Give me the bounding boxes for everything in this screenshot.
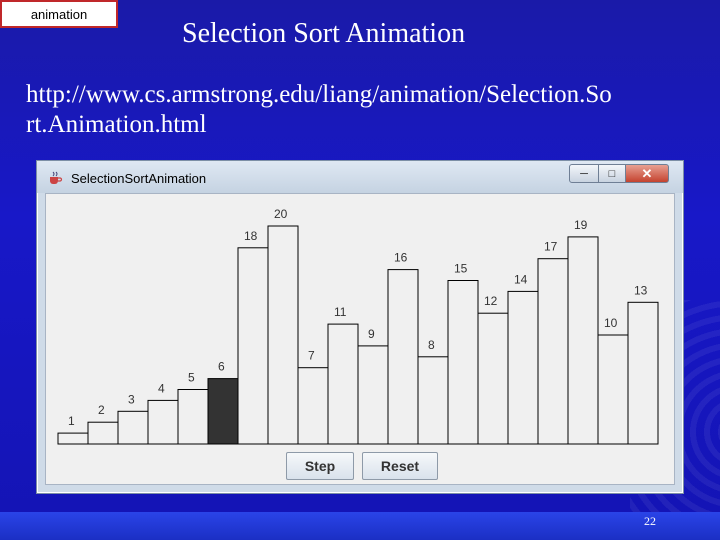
bar (447, 280, 479, 445)
bar-label: 16 (394, 251, 408, 265)
minimize-icon: ─ (580, 167, 588, 180)
window-title: SelectionSortAnimation (71, 171, 207, 186)
step-button[interactable]: Step (286, 452, 354, 480)
bar (567, 236, 599, 445)
bar-label: 13 (634, 283, 648, 297)
minimize-button[interactable]: ─ (569, 164, 599, 183)
bar (507, 290, 539, 445)
animation-url[interactable]: http://www.cs.armstrong.edu/liang/animat… (26, 80, 696, 140)
bar-label: 19 (574, 218, 588, 232)
close-button[interactable]: ✕ (625, 164, 669, 183)
page-number: 22 (644, 514, 656, 528)
bar-label: 4 (158, 381, 165, 395)
bar (237, 247, 269, 445)
bar-label: 18 (244, 229, 258, 243)
close-icon: ✕ (641, 165, 653, 181)
bar (357, 345, 389, 445)
bar-label: 20 (274, 207, 288, 221)
slide-tag: animation (0, 0, 118, 28)
bar (297, 367, 329, 445)
bar-label: 14 (514, 272, 528, 286)
bar-label: 1 (68, 414, 75, 428)
window-titlebar[interactable]: SelectionSortAnimation ─ □ ✕ (37, 161, 683, 193)
bar-label: 2 (98, 403, 105, 417)
bar (207, 378, 239, 445)
bar-label: 6 (218, 360, 225, 374)
animation-canvas: 1 2 3 4 5 6 18 20 7 11 9 16 8 15 12 14 17 19 10 13 Step Res… (45, 193, 675, 485)
bar (537, 258, 569, 445)
bar (147, 399, 179, 445)
bar (627, 301, 659, 445)
bar (87, 421, 119, 445)
bar-label: 12 (484, 294, 498, 308)
bar (117, 410, 149, 445)
bar (477, 312, 509, 445)
bar-label: 7 (308, 349, 315, 363)
app-window: SelectionSortAnimation ─ □ ✕ 1 2 3 4 5 6 18 20 7… (36, 160, 684, 494)
bar-label: 11 (334, 305, 347, 319)
slide-title: Selection Sort Animation (182, 18, 466, 49)
bar-label: 3 (128, 392, 135, 406)
bar-label: 9 (368, 327, 375, 341)
java-cup-icon (50, 171, 63, 184)
maximize-button[interactable]: □ (598, 164, 626, 183)
bar (267, 225, 299, 445)
bar (417, 356, 449, 445)
bar (597, 334, 629, 445)
reset-button[interactable]: Reset (362, 452, 438, 480)
maximize-icon: □ (608, 167, 616, 180)
bar-label: 10 (604, 316, 618, 330)
bar-label: 15 (454, 262, 468, 276)
bar (177, 389, 209, 445)
bar-label: 17 (544, 240, 558, 254)
bar-area: 1234561820711916815121417191013 (57, 207, 659, 445)
bar-label: 8 (428, 338, 435, 352)
footer-band (0, 512, 720, 540)
bar (387, 269, 419, 445)
bar-label: 5 (188, 371, 195, 385)
bar (327, 323, 359, 445)
bar (57, 432, 89, 445)
